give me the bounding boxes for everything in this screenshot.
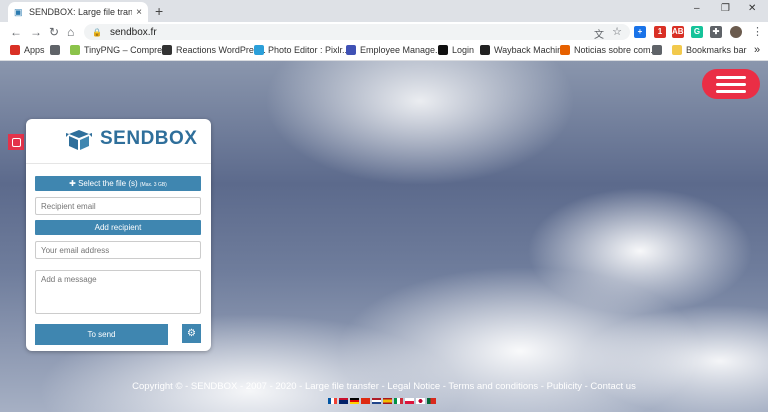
- bookmark-item[interactable]: Reactions WordPres...: [162, 45, 266, 55]
- plus-extension-icon[interactable]: +: [634, 26, 646, 38]
- flag-pt-icon[interactable]: [427, 398, 436, 404]
- close-window-button[interactable]: ✕: [748, 3, 756, 14]
- flag-fr-icon[interactable]: [328, 398, 337, 404]
- bookmark-label: Wayback Machine: [494, 45, 568, 55]
- flag-es-icon[interactable]: [383, 398, 392, 404]
- flag-cn-icon[interactable]: [361, 398, 370, 404]
- grammarly-icon[interactable]: G: [691, 26, 703, 38]
- new-tab-button[interactable]: +: [155, 3, 163, 19]
- minimize-button[interactable]: –: [694, 3, 700, 14]
- firefox-icon: [560, 45, 570, 55]
- tab-title: SENDBOX: Large file transfer, sy: [29, 7, 133, 17]
- footer-links[interactable]: Copyright © - SENDBOX - 2007 - 2020 - La…: [0, 381, 768, 392]
- back-arrow-icon[interactable]: ←: [10, 25, 22, 39]
- browser-tab[interactable]: ▣ SENDBOX: Large file transfer, sy ×: [8, 2, 148, 22]
- bookmark-item[interactable]: TinyPNG – Compre...: [70, 45, 170, 55]
- add-recipient-button[interactable]: Add recipient: [35, 220, 201, 235]
- login-icon: [438, 45, 448, 55]
- wayback-icon: [480, 45, 490, 55]
- sendbox-logo: SENDBOX: [66, 127, 197, 151]
- select-files-button[interactable]: ✚ Select the file (s) (Max. 3 GB): [35, 176, 201, 191]
- send-button[interactable]: To send: [35, 324, 168, 345]
- plus-icon: ✚: [69, 179, 76, 188]
- flag-pl-icon[interactable]: [405, 398, 414, 404]
- wordpress-icon: [162, 45, 172, 55]
- bookmark-label: TinyPNG – Compre...: [84, 45, 170, 55]
- bookmark-label: Employee Manage...: [360, 45, 443, 55]
- flag-jp-icon[interactable]: [416, 398, 425, 404]
- bookmark-item[interactable]: Noticias sobre com...: [560, 45, 658, 55]
- bookmark-item[interactable]: Bookmarks bar: [672, 45, 747, 55]
- bookmark-label: Apps: [24, 45, 45, 55]
- flag-uk-icon[interactable]: [339, 398, 348, 404]
- settings-gear-icon[interactable]: ⚙: [182, 324, 201, 343]
- tab-bar: ▣ SENDBOX: Large file transfer, sy × + –…: [0, 0, 768, 22]
- address-bar[interactable]: 🔒 sendbox.fr 文 ☆: [84, 24, 630, 41]
- hamburger-menu-button[interactable]: [702, 69, 760, 99]
- flag-de-icon[interactable]: [350, 398, 359, 404]
- bookmark-label: Login: [452, 45, 475, 55]
- instagram-icon[interactable]: [8, 134, 24, 150]
- forward-arrow-icon[interactable]: →: [30, 25, 42, 39]
- profile-avatar[interactable]: [730, 26, 742, 38]
- divider: [26, 163, 211, 164]
- bookmark-item[interactable]: Employee Manage...: [346, 45, 443, 55]
- badge-extension-icon[interactable]: 1: [654, 26, 666, 38]
- brand-name: SENDBOX: [100, 128, 198, 149]
- bookmark-item[interactable]: Apps: [10, 45, 45, 55]
- apps-grid-icon: [10, 45, 20, 55]
- bookmark-label: Reactions WordPres...: [176, 45, 266, 55]
- reload-icon[interactable]: ↻: [49, 25, 59, 39]
- bookmark-item[interactable]: Login: [438, 45, 474, 55]
- star-icon[interactable]: ☆: [612, 25, 622, 38]
- recipient-email-input[interactable]: [35, 197, 201, 215]
- bookmark-item[interactable]: [652, 45, 666, 55]
- lock-icon: 🔒: [92, 27, 102, 37]
- bookmarks-more-button[interactable]: »: [754, 44, 760, 56]
- message-textarea[interactable]: [35, 270, 201, 314]
- upload-form-card: SENDBOX ✚ Select the file (s) (Max. 3 GB…: [26, 119, 211, 351]
- puzzle-icon[interactable]: ✚: [710, 26, 722, 38]
- globe-icon: [50, 45, 60, 55]
- pixlr-icon: [254, 45, 264, 55]
- select-files-label: Select the file (s): [78, 179, 138, 188]
- browser-toolbar: ← → ↻ ⌂ 🔒 sendbox.fr 文 ☆ +1 ABP G ✚ ⋮: [0, 22, 768, 42]
- sender-email-input[interactable]: [35, 241, 201, 259]
- box-logo-icon: [66, 130, 92, 150]
- max-size-label: (Max. 3 GB): [139, 182, 167, 188]
- globe-icon: [652, 45, 662, 55]
- bookmark-item[interactable]: Wayback Machine: [480, 45, 567, 55]
- page-background: SENDBOX ✚ Select the file (s) (Max. 3 GB…: [0, 61, 768, 412]
- browser-menu-icon[interactable]: ⋮: [752, 25, 763, 38]
- translate-icon[interactable]: 文: [594, 26, 604, 41]
- bookmark-item[interactable]: [50, 45, 64, 55]
- bookmark-label: Bookmarks bar: [686, 45, 747, 55]
- bookmark-label: Noticias sobre com...: [574, 45, 659, 55]
- folder-icon: [672, 45, 682, 55]
- bookmark-item[interactable]: Photo Editor : Pixlr...: [254, 45, 350, 55]
- flag-nl-icon[interactable]: [372, 398, 381, 404]
- sendbox-favicon-icon: ▣: [14, 7, 23, 17]
- home-icon[interactable]: ⌂: [67, 25, 74, 39]
- adblock-icon[interactable]: ABP: [672, 26, 689, 38]
- url-text: sendbox.fr: [109, 26, 157, 38]
- bookmark-label: Photo Editor : Pixlr...: [268, 45, 350, 55]
- bookmarks-bar: » Apps TinyPNG – Compre... Reactions WordP…: [0, 42, 768, 61]
- tinypng-icon: [70, 45, 80, 55]
- tab-close-icon[interactable]: ×: [136, 7, 142, 18]
- language-flags: [328, 398, 436, 404]
- maximize-button[interactable]: ❐: [721, 3, 730, 14]
- flag-it-icon[interactable]: [394, 398, 403, 404]
- employee-icon: [346, 45, 356, 55]
